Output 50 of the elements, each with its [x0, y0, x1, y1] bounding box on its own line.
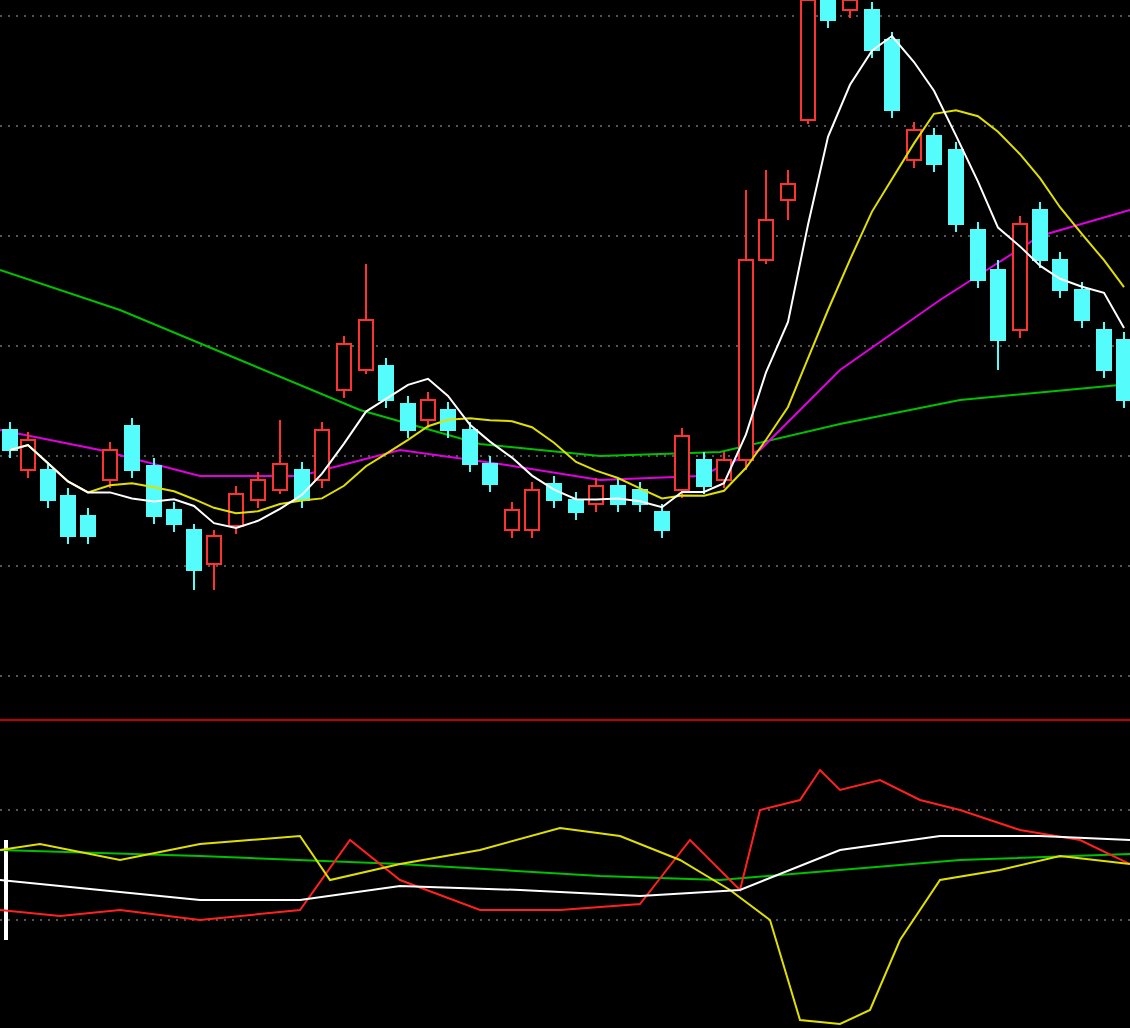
candlestick	[1096, 321, 1112, 379]
cursor-marker	[4, 840, 8, 940]
candlestick	[504, 501, 520, 539]
candlestick	[1074, 281, 1090, 329]
candlestick	[250, 471, 266, 509]
candlestick	[482, 455, 498, 493]
candlestick	[588, 477, 604, 513]
candlestick	[780, 169, 796, 221]
candlestick	[420, 391, 436, 429]
candlestick	[186, 523, 202, 591]
candlestick	[314, 421, 330, 489]
candlestick	[948, 141, 964, 233]
candlestick	[716, 451, 732, 489]
candlestick	[926, 127, 942, 173]
candlestick	[1012, 215, 1028, 339]
candlestick	[970, 221, 986, 289]
candlestick	[336, 335, 352, 399]
candlestick	[166, 501, 182, 533]
candlestick	[1052, 251, 1068, 299]
candlestick	[884, 31, 900, 119]
candlestick	[440, 401, 456, 439]
candlestick	[206, 529, 222, 591]
candlestick	[696, 451, 712, 495]
candlestick	[80, 507, 96, 545]
candlestick	[1032, 201, 1048, 269]
candlestick	[610, 477, 626, 513]
candlestick	[674, 427, 690, 499]
candlestick	[758, 169, 774, 265]
candlestick	[568, 491, 584, 521]
candlestick	[102, 441, 118, 489]
candlestick	[654, 503, 670, 539]
candlestick	[272, 419, 288, 495]
candlestick	[906, 121, 922, 169]
candlestick	[820, 0, 836, 29]
candlestick	[462, 421, 478, 473]
candlestick	[294, 461, 310, 509]
candlestick	[400, 395, 416, 439]
candlestick	[358, 263, 374, 375]
candlestick	[524, 481, 540, 539]
candlestick	[228, 485, 244, 535]
candlestick	[546, 475, 562, 509]
candlestick	[124, 417, 140, 479]
candlestick	[378, 357, 394, 409]
candlestick	[60, 487, 76, 545]
candlestick	[864, 1, 880, 59]
candlestick	[146, 457, 162, 525]
candlestick	[632, 481, 648, 513]
candlestick	[40, 461, 56, 509]
candlestick	[990, 259, 1006, 371]
candlestick	[1116, 331, 1130, 409]
